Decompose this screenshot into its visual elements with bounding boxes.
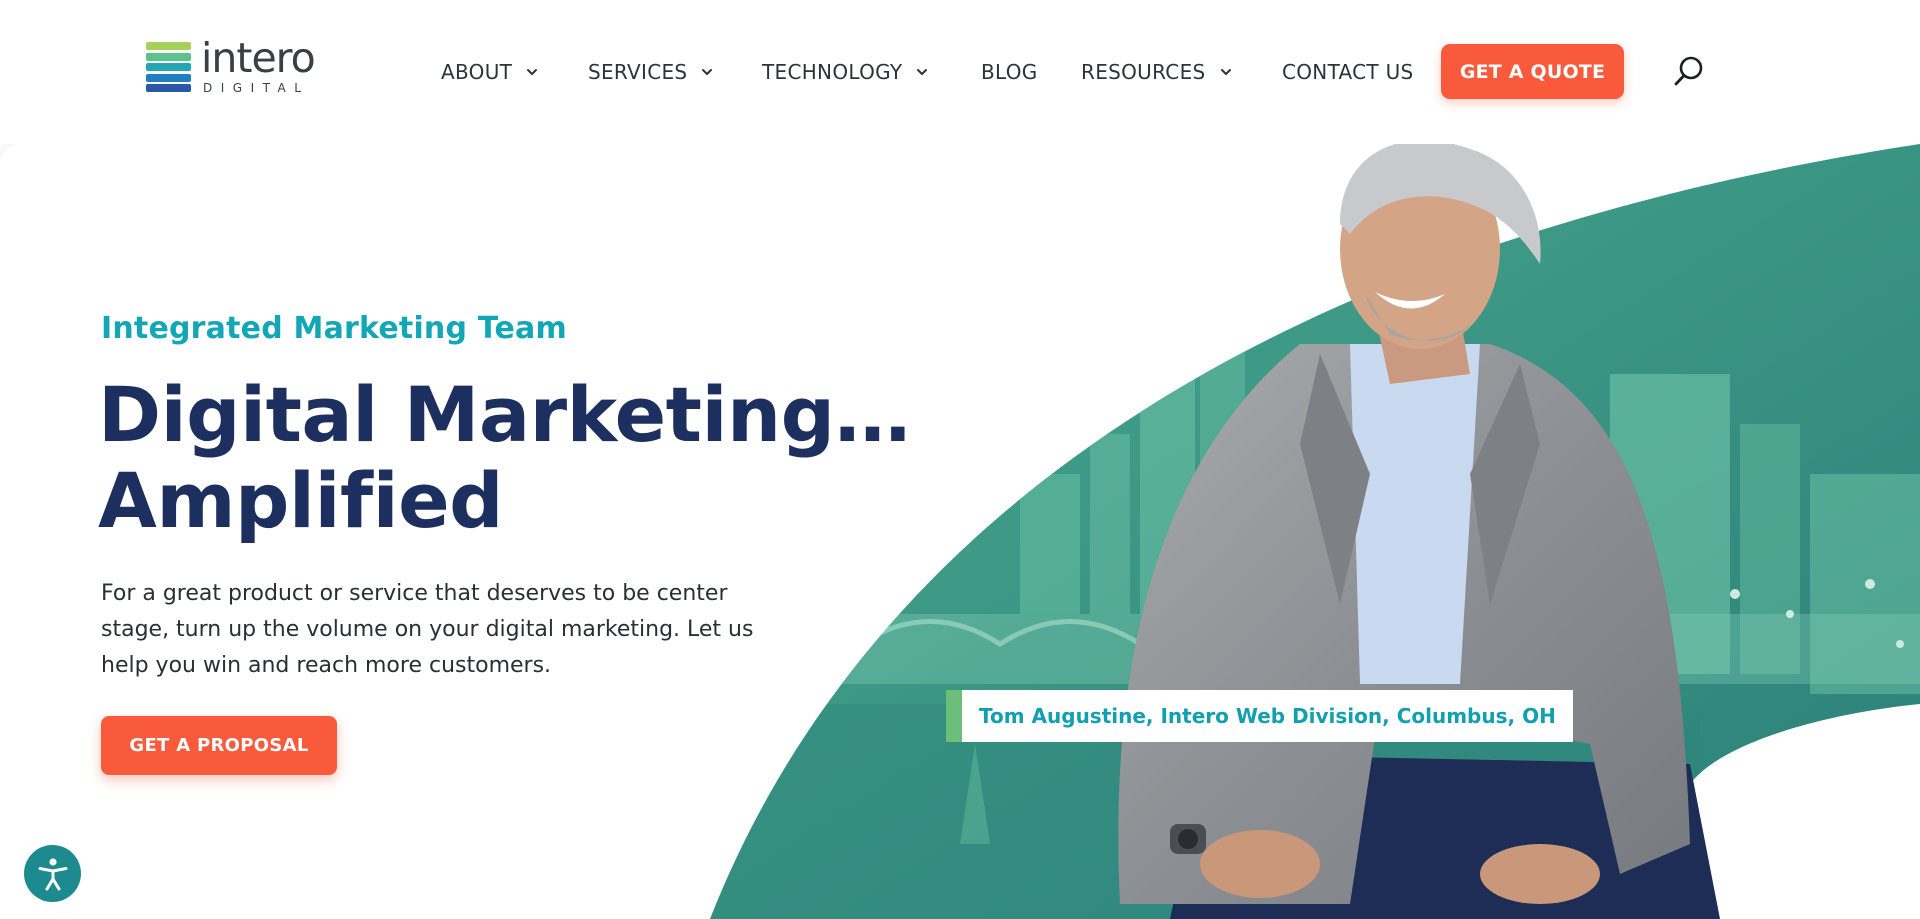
nav-item-label: TECHNOLOGY bbox=[762, 60, 903, 84]
nav-item-about[interactable]: ABOUT bbox=[441, 60, 538, 84]
hero-eyebrow: Integrated Marketing Team bbox=[101, 311, 567, 346]
intero-digital-logo[interactable]: intero DIGITAL bbox=[146, 38, 326, 100]
chevron-down-icon bbox=[917, 69, 928, 75]
caption-text: Tom Augustine, Intero Web Division, Colu… bbox=[962, 690, 1573, 742]
photo-caption: Tom Augustine, Intero Web Division, Colu… bbox=[946, 690, 1573, 742]
get-a-proposal-button[interactable]: GET A PROPOSAL bbox=[101, 716, 337, 775]
hero-body: For a great product or service that dese… bbox=[101, 581, 754, 678]
nav-item-label: CONTACT US bbox=[1282, 60, 1414, 84]
nav-item-label: BLOG bbox=[981, 60, 1038, 84]
nav-item-services[interactable]: SERVICES bbox=[588, 60, 713, 84]
accessibility-button[interactable] bbox=[24, 845, 81, 902]
nav-item-resources[interactable]: RESOURCES bbox=[1081, 60, 1232, 84]
caption-accent-bar bbox=[946, 690, 962, 742]
hero-headline: Digital Marketing… Amplified bbox=[98, 372, 918, 544]
chevron-down-icon bbox=[1220, 69, 1231, 75]
hero-section: Integrated Marketing Team Digital Market… bbox=[0, 144, 1920, 919]
chevron-down-icon bbox=[527, 69, 538, 75]
accessibility-icon bbox=[38, 857, 67, 890]
nav-item-label: SERVICES bbox=[588, 60, 688, 84]
logo-subline: DIGITAL bbox=[203, 81, 310, 95]
logo-bars-icon bbox=[146, 42, 191, 96]
nav-item-contact-us[interactable]: CONTACT US bbox=[1282, 60, 1414, 84]
site-header: intero DIGITAL ABOUT SERVICES TECHNOLOGY… bbox=[0, 0, 1920, 144]
search-icon[interactable] bbox=[1672, 54, 1706, 88]
nav-item-label: RESOURCES bbox=[1081, 60, 1206, 84]
nav-item-blog[interactable]: BLOG bbox=[981, 60, 1038, 84]
get-a-quote-button[interactable]: GET A QUOTE bbox=[1441, 44, 1624, 99]
logo-wordmark: intero bbox=[201, 34, 316, 82]
headline-line-2: Amplified bbox=[98, 456, 504, 545]
chevron-down-icon bbox=[702, 69, 713, 75]
nav-item-label: ABOUT bbox=[441, 60, 513, 84]
nav-item-technology[interactable]: TECHNOLOGY bbox=[762, 60, 928, 84]
headline-line-1: Digital Marketing… bbox=[98, 370, 911, 459]
